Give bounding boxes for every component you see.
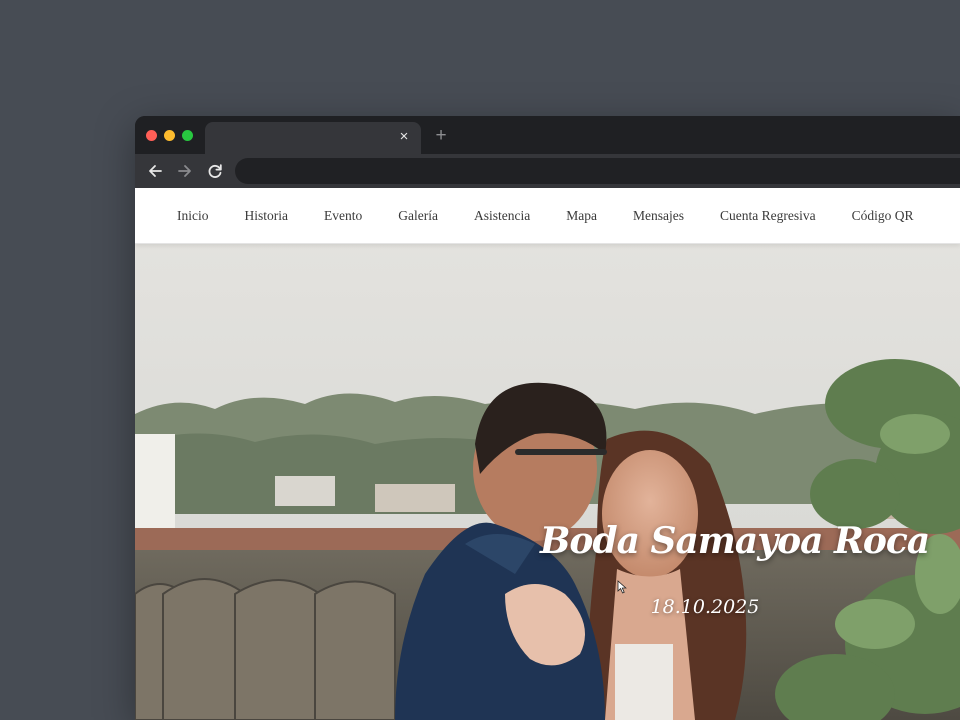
minimize-window-button[interactable] <box>164 130 175 141</box>
nav-link-mapa[interactable]: Mapa <box>566 208 597 224</box>
nav-link-evento[interactable]: Evento <box>324 208 362 224</box>
nav-link-cuenta-regresiva[interactable]: Cuenta Regresiva <box>720 208 816 224</box>
webpage: Inicio Historia Evento Galería Asistenci… <box>135 188 960 720</box>
browser-toolbar <box>135 154 960 188</box>
arrow-left-icon[interactable] <box>145 161 165 181</box>
arrow-right-icon[interactable] <box>175 161 195 181</box>
hero-date: 18.10.2025 <box>650 596 760 618</box>
mouse-cursor-icon <box>617 580 627 594</box>
tab-bar: × + <box>135 116 960 154</box>
hero-title: Boda Samayoa Roca <box>540 520 930 562</box>
hero-section: Boda Samayoa Roca 18.10.2025 <box>135 244 960 720</box>
hero-photo <box>135 244 960 720</box>
nav-link-asistencia[interactable]: Asistencia <box>474 208 530 224</box>
nav-link-galeria[interactable]: Galería <box>398 208 438 224</box>
nav-link-historia[interactable]: Historia <box>245 208 289 224</box>
nav-link-codigo-qr[interactable]: Código QR <box>852 208 914 224</box>
browser-window: × + Inicio Historia Evento Galería Asist… <box>135 116 960 720</box>
address-bar[interactable] <box>235 158 960 184</box>
nav-link-mensajes[interactable]: Mensajes <box>633 208 684 224</box>
nav-links: Inicio Historia Evento Galería Asistenci… <box>177 188 949 244</box>
browser-tab[interactable]: × <box>205 122 421 154</box>
maximize-window-button[interactable] <box>182 130 193 141</box>
nav-link-inicio[interactable]: Inicio <box>177 208 209 224</box>
site-navbar: Inicio Historia Evento Galería Asistenci… <box>135 188 960 244</box>
reload-icon[interactable] <box>205 161 225 181</box>
close-window-button[interactable] <box>146 130 157 141</box>
new-tab-button[interactable]: + <box>431 126 451 146</box>
close-icon[interactable]: × <box>395 128 413 146</box>
